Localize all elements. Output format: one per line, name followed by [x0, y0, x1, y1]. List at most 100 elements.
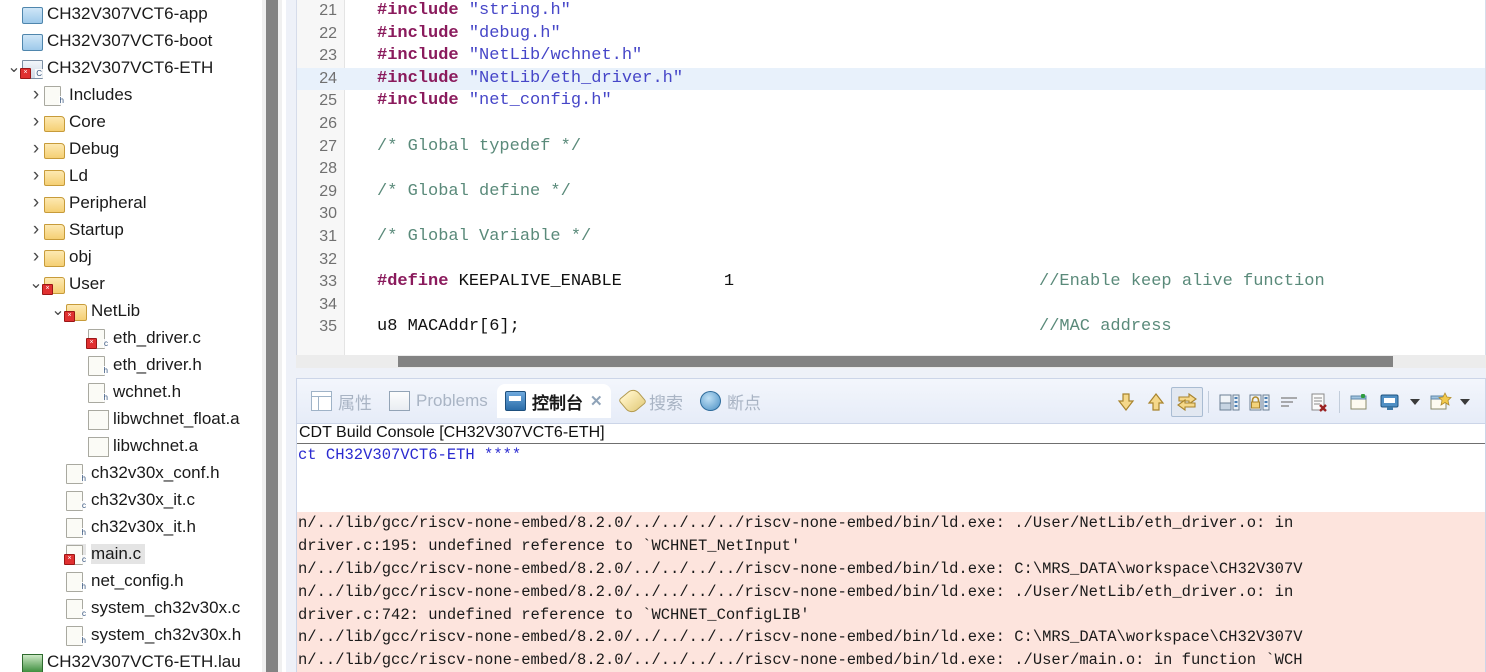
console-toolbar[interactable]	[1111, 387, 1475, 417]
code-token-plain	[459, 24, 469, 43]
code-line[interactable]: 33#define KEEPALIVE_ENABLE 1//Enable kee…	[297, 271, 1485, 294]
code-token-cmt: /* Global typedef */	[377, 137, 581, 156]
console-line: driver.c:195: undefined reference to `WC…	[297, 535, 1485, 558]
console-tab-i3[interactable]: 搜索	[614, 384, 691, 418]
tree-item-wchnet-h[interactable]: hwchnet.h	[0, 378, 262, 405]
file-type-tag: h	[59, 96, 65, 105]
open-console-button[interactable]	[1425, 388, 1455, 416]
tree-item-eth-driver-c[interactable]: c×eth_driver.c	[0, 324, 262, 351]
tree-item-peripheral[interactable]: ›Peripheral	[0, 189, 262, 216]
tree-item-main-c[interactable]: c×main.c	[0, 540, 262, 567]
tree-item-startup[interactable]: ›Startup	[0, 216, 262, 243]
expand-collapse-chevron-right-icon[interactable]: ›	[28, 169, 44, 183]
editor-code-content[interactable]: 21#include "string.h"22#include "debug.h…	[297, 0, 1485, 365]
winfolder-icon	[22, 4, 42, 24]
expand-collapse-chevron-right-icon[interactable]: ›	[28, 115, 44, 129]
close-icon[interactable]: ✕	[590, 392, 603, 410]
console-tab-i2[interactable]: 控制台✕	[497, 384, 611, 418]
folder-icon: ×	[66, 301, 86, 321]
clear-console-button[interactable]	[1304, 388, 1334, 416]
expand-collapse-chevron-right-icon[interactable]: ›	[28, 142, 44, 156]
tree-item-libwchnet-a[interactable]: libwchnet.a	[0, 432, 262, 459]
c-file-icon: c×	[66, 544, 86, 564]
scroll-lock-button[interactable]	[1171, 387, 1203, 417]
code-text: #include "string.h"	[377, 0, 571, 23]
code-token-kw: #include	[377, 46, 459, 65]
expand-collapse-chevron-right-icon[interactable]: ›	[28, 223, 44, 237]
word-wrap-button[interactable]	[1274, 388, 1304, 416]
code-line[interactable]: 32	[297, 249, 1485, 272]
code-line[interactable]: 26	[297, 113, 1485, 136]
display-console-button[interactable]	[1375, 388, 1405, 416]
code-line[interactable]: 23#include "NetLib/wchnet.h"	[297, 45, 1485, 68]
tree-item-eth-driver-h[interactable]: heth_driver.h	[0, 351, 262, 378]
tree-item-libwchnet-float-a[interactable]: libwchnet_float.a	[0, 405, 262, 432]
display-console-icon	[1378, 392, 1402, 412]
console-tab-problems[interactable]: Problems	[381, 384, 496, 418]
display-console-menu[interactable]	[1405, 388, 1425, 416]
code-line[interactable]: 31/* Global Variable */	[297, 226, 1485, 249]
line-number: 30	[297, 203, 337, 226]
tree-item-ch32v30x-it-h[interactable]: hch32v30x_it.h	[0, 513, 262, 540]
code-line[interactable]: 22#include "debug.h"	[297, 23, 1485, 46]
scroll-down-button[interactable]	[1111, 388, 1141, 416]
tree-item-label: ch32v30x_it.h	[91, 517, 200, 537]
lock-console-button[interactable]	[1244, 388, 1274, 416]
tree-item-ch32v307vct6-eth[interactable]: ⌄C×CH32V307VCT6-ETH	[0, 54, 262, 81]
expand-collapse-chevron-right-icon[interactable]: ›	[28, 88, 44, 102]
code-line[interactable]: 25#include "net_config.h"	[297, 90, 1485, 113]
tree-item-core[interactable]: ›Core	[0, 108, 262, 135]
expand-collapse-chevron-right-icon[interactable]: ›	[28, 196, 44, 210]
editor-hscrollbar-thumb[interactable]	[398, 356, 1393, 367]
tree-item-system-ch32v30x-c[interactable]: csystem_ch32v30x.c	[0, 594, 262, 621]
tree-item-label: User	[69, 274, 109, 294]
tree-item-ch32v307vct6-boot[interactable]: CH32V307VCT6-boot	[0, 27, 262, 54]
tree-item-includes[interactable]: ›hIncludes	[0, 81, 262, 108]
down-arrow-icon	[1114, 392, 1138, 412]
tree-item-ch32v307vct6-eth-lau[interactable]: CH32V307VCT6-ETH.lau	[0, 648, 262, 672]
sidebar-scrollbar-thumb[interactable]	[266, 0, 278, 672]
file-type-tag: h	[81, 582, 87, 591]
tree-item-netlib[interactable]: ⌄×NetLib	[0, 297, 262, 324]
tree-item-label: libwchnet.a	[113, 436, 202, 456]
h-file-icon: h	[88, 382, 108, 402]
code-line[interactable]: 35u8 MACAddr[6];//MAC address	[297, 316, 1485, 339]
tree-item-label: CH32V307VCT6-ETH.lau	[47, 652, 245, 672]
project-explorer-tree[interactable]: CH32V307VCT6-appCH32V307VCT6-boot⌄C×CH32…	[0, 0, 262, 672]
code-line[interactable]: 30	[297, 203, 1485, 226]
code-token-kw: #include	[377, 1, 459, 20]
tree-item-ld[interactable]: ›Ld	[0, 162, 262, 189]
code-line[interactable]: 27/* Global typedef */	[297, 136, 1485, 159]
line-number: 31	[297, 226, 337, 249]
console-tab-bar[interactable]: 属性Problems控制台✕搜索断点	[297, 379, 1485, 424]
tree-item-system-ch32v30x-h[interactable]: hsystem_ch32v30x.h	[0, 621, 262, 648]
code-line[interactable]: 29/* Global define */	[297, 181, 1485, 204]
new-console-view-button[interactable]	[1345, 388, 1375, 416]
pin-console-button[interactable]	[1214, 388, 1244, 416]
console-tab-i4[interactable]: 断点	[692, 384, 769, 418]
open-console-menu[interactable]	[1455, 388, 1475, 416]
tree-item-obj[interactable]: ›obj	[0, 243, 262, 270]
sidebar-vertical-scrollbar[interactable]	[262, 0, 282, 672]
console-output[interactable]: ct CH32V307VCT6-ETH **** n/../lib/gcc/ri…	[297, 444, 1485, 672]
tree-item-debug[interactable]: ›Debug	[0, 135, 262, 162]
word-wrap-icon	[1277, 392, 1301, 412]
code-line[interactable]: 28	[297, 158, 1485, 181]
scroll-up-button[interactable]	[1141, 388, 1171, 416]
tree-item-ch32v30x-conf-h[interactable]: hch32v30x_conf.h	[0, 459, 262, 486]
editor-frame[interactable]: 21#include "string.h"22#include "debug.h…	[296, 0, 1486, 366]
tree-item-ch32v307vct6-app[interactable]: CH32V307VCT6-app	[0, 0, 262, 27]
console-tab-i0[interactable]: 属性	[303, 384, 380, 418]
code-line[interactable]: 21#include "string.h"	[297, 0, 1485, 23]
tree-item-user[interactable]: ⌄×User	[0, 270, 262, 297]
expand-collapse-chevron-right-icon[interactable]: ›	[28, 250, 44, 264]
line-number: 28	[297, 158, 337, 181]
code-line[interactable]: 34	[297, 294, 1485, 317]
tree-item-net-config-h[interactable]: hnet_config.h	[0, 567, 262, 594]
editor-horizontal-scrollbar[interactable]	[296, 355, 1486, 368]
code-token-kw: #include	[377, 24, 459, 43]
code-line[interactable]: 24#include "NetLib/eth_driver.h"	[297, 68, 1485, 91]
line-number: 26	[297, 113, 337, 136]
tree-item-ch32v30x-it-c[interactable]: cch32v30x_it.c	[0, 486, 262, 513]
tree-item-label: wchnet.h	[113, 382, 185, 402]
